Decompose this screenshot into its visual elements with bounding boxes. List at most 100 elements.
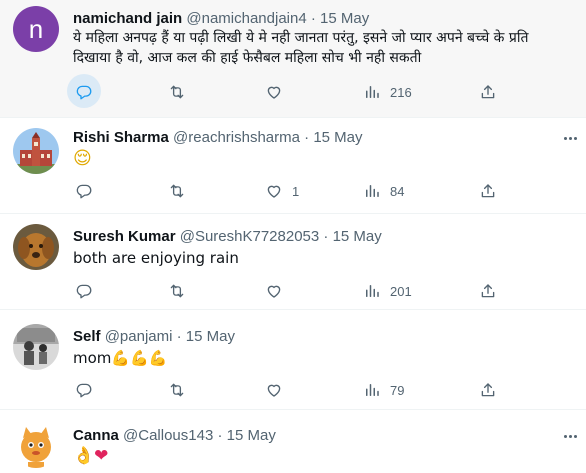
tweet-date[interactable]: 15 May: [227, 427, 276, 444]
tweet-text: mom💪💪💪: [73, 348, 576, 368]
more-dots-icon: [563, 434, 567, 438]
dog-photo-icon: [13, 224, 59, 270]
author-name[interactable]: Self: [73, 328, 101, 345]
tweet-text: 👌❤: [73, 446, 576, 466]
tweet-text-line-1: ये महिला अनपढ़ हैं या पढ़ी लिखी ये मे नह…: [73, 30, 529, 46]
share-button[interactable]: [479, 80, 497, 104]
share-button[interactable]: [479, 378, 497, 402]
views-button[interactable]: 216: [363, 80, 412, 104]
view-count: 79: [390, 382, 405, 398]
reply-button[interactable]: [75, 179, 102, 203]
tweet-header: Rishi Sharma @reachrishsharma · 15 May: [73, 128, 363, 147]
like-count: 1: [292, 183, 300, 199]
reply-button[interactable]: [75, 279, 102, 303]
views-button[interactable]: 79: [363, 378, 404, 402]
retweet-arrows-icon: [168, 282, 186, 300]
share-arrow-icon: [479, 83, 497, 101]
tweet-text: ये महिला अनपढ़ हैं या पढ़ी लिखी ये मे नह…: [73, 28, 576, 68]
reply-button[interactable]: [75, 378, 102, 402]
like-button[interactable]: [265, 378, 292, 402]
avatar[interactable]: [13, 422, 59, 468]
speech-bubble-icon: [75, 381, 93, 399]
retweet-arrows-icon: [168, 83, 186, 101]
author-handle[interactable]: @namichandjain4: [186, 10, 306, 27]
like-button[interactable]: [265, 80, 292, 104]
heart-outline-icon: [265, 182, 283, 200]
heart-outline-icon: [265, 282, 283, 300]
tweet-date[interactable]: 15 May: [320, 10, 369, 27]
tweet-actions: 79: [73, 378, 586, 402]
like-button[interactable]: 1: [265, 179, 299, 203]
share-button[interactable]: [479, 279, 497, 303]
tweet-header: Canna @Callous143 · 15 May: [73, 426, 276, 445]
tweet-actions: 216: [67, 74, 586, 108]
flexed-biceps-emoji: 💪💪💪: [111, 349, 168, 367]
retweet-arrows-icon: [168, 381, 186, 399]
speech-bubble-icon: [75, 83, 93, 101]
retweet-button[interactable]: [168, 279, 195, 303]
speech-bubble-icon: [75, 182, 93, 200]
tweet-actions: 201: [73, 279, 586, 303]
bar-chart-icon: [363, 282, 381, 300]
retweet-button[interactable]: [168, 179, 195, 203]
retweet-button[interactable]: [168, 80, 195, 104]
separator-dot: ·: [217, 427, 223, 444]
separator-dot: ·: [323, 228, 329, 245]
separator-dot: ·: [310, 10, 316, 27]
author-name[interactable]: namichand jain: [73, 10, 182, 27]
tweet-reply[interactable]: Rishi Sharma @reachrishsharma · 15 May 😌…: [0, 118, 586, 214]
red-heart-emoji: ❤: [94, 446, 109, 466]
family-photo-icon: [13, 324, 59, 370]
share-arrow-icon: [479, 182, 497, 200]
tweet-header: Suresh Kumar @SureshK77282053 · 15 May: [73, 227, 382, 246]
cartoon-cat-photo-icon: [13, 422, 59, 468]
avatar[interactable]: [13, 224, 59, 270]
author-handle[interactable]: @Callous143: [123, 427, 213, 444]
avatar[interactable]: [13, 128, 59, 174]
tweet-reply[interactable]: n namichand jain @namichandjain4 · 15 Ma…: [0, 0, 586, 118]
author-handle[interactable]: @SureshK77282053: [180, 228, 320, 245]
separator-dot: ·: [304, 129, 310, 146]
more-button[interactable]: [560, 426, 580, 446]
tweet-reply[interactable]: Self @panjami · 15 May mom💪💪💪 79: [0, 310, 586, 410]
tweet-date[interactable]: 15 May: [186, 328, 235, 345]
author-handle[interactable]: @reachrishsharma: [173, 129, 300, 146]
speech-bubble-icon: [75, 282, 93, 300]
like-button[interactable]: [265, 279, 292, 303]
heart-outline-icon: [265, 83, 283, 101]
tweet-text-word: mom: [73, 349, 112, 367]
tweet-reply[interactable]: Suresh Kumar @SureshK77282053 · 15 May b…: [0, 214, 586, 310]
tweet-text-line-2: दिखाया है वो, आज कल की हाई फेसैबल महिला …: [73, 50, 422, 66]
tweet-date[interactable]: 15 May: [313, 129, 362, 146]
retweet-button[interactable]: [168, 378, 195, 402]
tweet-header: namichand jain @namichandjain4 · 15 May: [73, 9, 369, 28]
tweet-date[interactable]: 15 May: [333, 228, 382, 245]
tweet-text: both are enjoying rain: [73, 249, 239, 267]
bar-chart-icon: [363, 381, 381, 399]
bar-chart-icon: [363, 182, 381, 200]
author-name[interactable]: Canna: [73, 427, 119, 444]
share-arrow-icon: [479, 381, 497, 399]
view-count: 201: [390, 283, 412, 299]
separator-dot: ·: [176, 328, 182, 345]
share-arrow-icon: [479, 282, 497, 300]
tweet-header: Self @panjami · 15 May: [73, 327, 235, 346]
avatar[interactable]: [13, 324, 59, 370]
building-photo-icon: [13, 128, 59, 174]
retweet-arrows-icon: [168, 182, 186, 200]
bar-chart-icon: [363, 83, 381, 101]
views-button[interactable]: 84: [363, 179, 404, 203]
share-button[interactable]: [479, 179, 497, 203]
author-name[interactable]: Rishi Sharma: [73, 129, 169, 146]
avatar-letter: n: [28, 13, 44, 44]
tweet-reply[interactable]: Canna @Callous143 · 15 May 👌❤: [0, 410, 586, 473]
more-dots-icon: [563, 136, 567, 140]
view-count: 84: [390, 183, 405, 199]
reply-button[interactable]: [67, 74, 102, 108]
views-button[interactable]: 201: [363, 279, 412, 303]
more-button[interactable]: [560, 128, 580, 148]
avatar[interactable]: n: [13, 6, 59, 52]
heart-outline-icon: [265, 381, 283, 399]
author-handle[interactable]: @panjami: [105, 328, 173, 345]
author-name[interactable]: Suresh Kumar: [73, 228, 176, 245]
